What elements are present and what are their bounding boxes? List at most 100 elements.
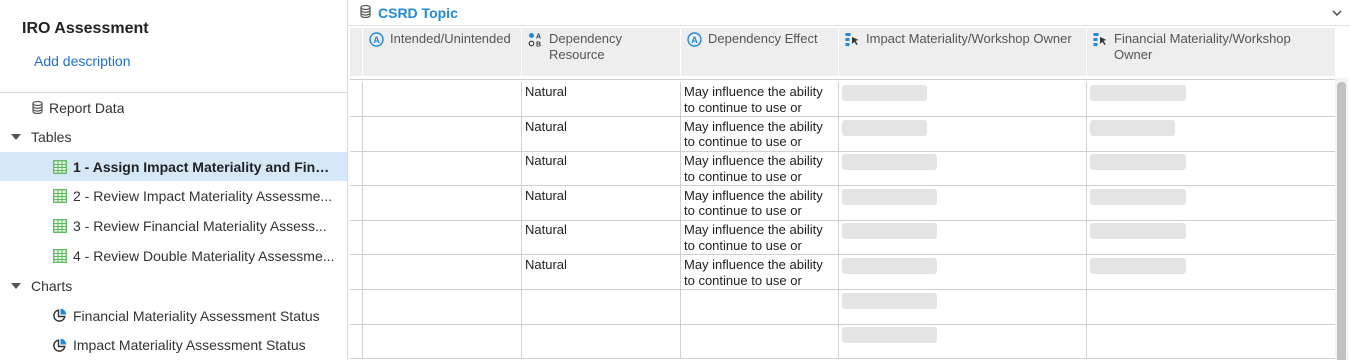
dependency-effect-cell[interactable]: May influence the ability to continue to … [681, 116, 839, 151]
user-chip[interactable] [842, 258, 937, 274]
financial-owner-cell[interactable] [1087, 324, 1336, 359]
cell-value: to continue to use or [684, 99, 802, 115]
table-row[interactable]: Natural May influence the ability to conti… [350, 185, 1336, 221]
table-row[interactable]: Natural May influence the ability to conti… [350, 116, 1336, 152]
intended-cell[interactable] [363, 289, 522, 324]
dependency-resource-cell[interactable]: Natural [522, 151, 681, 186]
topic-title[interactable]: CSRD Topic [378, 5, 458, 21]
sidebar-chart-item[interactable]: Financial Materiality Assessment Status [0, 301, 347, 330]
user-chip[interactable] [842, 327, 937, 344]
cell-value: to continue to use or [684, 203, 802, 219]
chart-item-label: Financial Materiality Assessment Status [73, 307, 320, 324]
intended-cell[interactable] [363, 324, 522, 359]
sidebar-chart-item[interactable]: Impact Materiality Assessment Status [0, 331, 347, 360]
topic-bar[interactable]: CSRD Topic [348, 0, 1350, 26]
user-chip[interactable] [1090, 85, 1186, 101]
dependency-resource-cell[interactable]: Natural [522, 82, 681, 116]
impact-owner-cell[interactable] [839, 220, 1087, 255]
user-chip[interactable] [842, 223, 937, 240]
dependency-effect-cell[interactable] [681, 324, 839, 359]
sidebar-table-item[interactable]: 4 - Review Double Materiality Assessme..… [0, 241, 347, 270]
dependency-resource-cell[interactable] [522, 289, 681, 324]
intended-cell[interactable] [363, 185, 522, 220]
column-header[interactable]: A Intended/Unintended [363, 28, 522, 76]
financial-owner-cell[interactable] [1087, 289, 1336, 324]
table-row[interactable]: Natural May influence the ability to conti… [350, 151, 1336, 187]
user-chip[interactable] [1090, 188, 1186, 205]
intended-cell[interactable] [363, 151, 522, 186]
impact-owner-cell[interactable] [839, 151, 1087, 186]
dependency-resource-cell[interactable]: Natural [522, 220, 681, 255]
user-chip[interactable] [1090, 258, 1186, 274]
financial-owner-cell[interactable] [1087, 220, 1336, 255]
tables-group[interactable]: Tables [0, 122, 347, 151]
row-number-cell [350, 116, 363, 151]
user-chip[interactable] [842, 85, 927, 101]
table-icon [52, 248, 68, 263]
intended-cell[interactable] [363, 255, 522, 289]
dependency-effect-cell[interactable]: May influence the ability to continue to … [681, 151, 839, 186]
chevron-down-icon[interactable] [1332, 5, 1342, 23]
column-header[interactable]: Impact Materiality/Workshop Owner [839, 28, 1087, 76]
impact-owner-cell[interactable] [839, 185, 1087, 220]
table-row[interactable]: Natural May influence the ability to conti… [350, 255, 1336, 290]
sidebar-table-item[interactable]: 1 - Assign Impact Materiality and Finan.… [0, 152, 347, 181]
impact-owner-cell[interactable] [839, 289, 1087, 324]
financial-owner-cell[interactable] [1087, 116, 1336, 151]
user-chip[interactable] [842, 188, 937, 205]
financial-owner-cell[interactable] [1087, 82, 1336, 116]
charts-group[interactable]: Charts [0, 271, 347, 300]
user-chip[interactable] [842, 154, 937, 171]
user-chip[interactable] [842, 119, 927, 136]
add-description-link[interactable]: Add description [34, 53, 131, 69]
table-row[interactable] [350, 324, 1336, 360]
dependency-effect-cell[interactable]: May influence the ability to continue to … [681, 185, 839, 220]
cell-value: to continue to use or [684, 168, 802, 184]
impact-owner-cell[interactable] [839, 82, 1087, 116]
table-row[interactable]: Natural May influence the ability to conti… [350, 82, 1336, 117]
cell-value: Natural [525, 257, 567, 272]
scrollbar-thumb[interactable] [1337, 82, 1346, 360]
table-view: CSRD Topic A Intended/Unintended A B Depende… [348, 0, 1350, 360]
database-icon [30, 101, 44, 114]
user-chip[interactable] [842, 292, 937, 309]
dependency-effect-cell[interactable] [681, 289, 839, 324]
user-chip[interactable] [1090, 223, 1186, 240]
column-header[interactable]: Financial Materiality/Workshop Owner [1087, 28, 1336, 76]
intended-cell[interactable] [363, 116, 522, 151]
user-chip[interactable] [1090, 154, 1186, 171]
dependency-effect-cell[interactable]: May influence the ability to continue to … [681, 82, 839, 116]
table-icon [52, 159, 68, 174]
impact-owner-cell[interactable] [839, 116, 1087, 151]
intended-cell[interactable] [363, 220, 522, 255]
expand-caret-icon[interactable] [11, 133, 21, 140]
financial-owner-cell[interactable] [1087, 185, 1336, 220]
impact-owner-cell[interactable] [839, 324, 1087, 359]
pie-chart-icon [51, 308, 68, 323]
table-row[interactable] [350, 289, 1336, 325]
row-number-cell [350, 82, 363, 116]
sidebar-table-item[interactable]: 3 - Review Financial Materiality Assess.… [0, 211, 347, 240]
impact-owner-cell[interactable] [839, 255, 1087, 289]
column-header[interactable]: A B Dependency Resource [522, 28, 681, 76]
financial-owner-cell[interactable] [1087, 151, 1336, 186]
dependency-resource-cell[interactable]: Natural [522, 255, 681, 289]
cell-value: May influence the ability [684, 153, 823, 169]
vertical-scrollbar[interactable] [1335, 78, 1348, 360]
dependency-resource-cell[interactable]: Natural [522, 116, 681, 151]
column-header[interactable]: A Dependency Effect [681, 28, 839, 76]
dependency-effect-cell[interactable]: May influence the ability to continue to … [681, 220, 839, 255]
document-header: IRO Assessment Add description [0, 0, 347, 93]
row-number-header [350, 28, 363, 76]
financial-owner-cell[interactable] [1087, 255, 1336, 289]
multi-choice-icon: AB [528, 32, 544, 52]
sidebar-table-item[interactable]: 2 - Review Impact Materiality Assessme..… [0, 182, 347, 211]
report-data-item[interactable]: Report Data [0, 93, 347, 122]
dependency-resource-cell[interactable]: Natural [522, 185, 681, 220]
user-chip[interactable] [1090, 119, 1175, 136]
dependency-resource-cell[interactable] [522, 324, 681, 359]
intended-cell[interactable] [363, 82, 522, 116]
table-row[interactable]: Natural May influence the ability to conti… [350, 220, 1336, 256]
expand-caret-icon[interactable] [11, 282, 21, 289]
dependency-effect-cell[interactable]: May influence the ability to continue to … [681, 255, 839, 289]
